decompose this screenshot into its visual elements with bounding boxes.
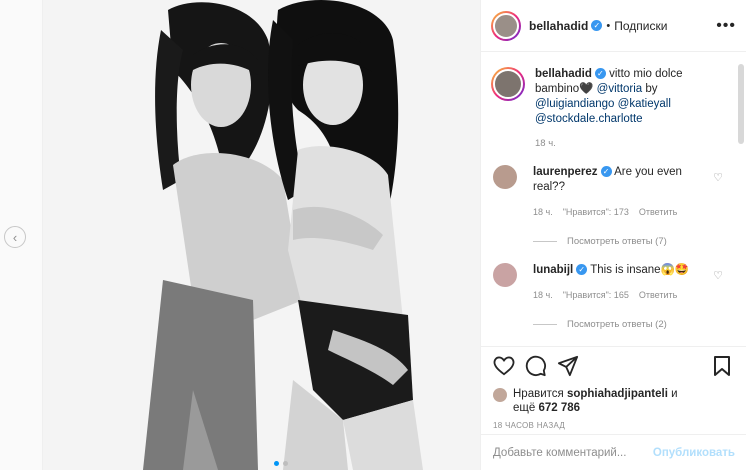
reply-button[interactable]: Ответить [639,288,677,303]
liker-username[interactable]: sophiahadjipanteli [567,388,668,400]
view-replies-button[interactable]: Посмотреть ответы (7) [533,236,737,247]
more-icon[interactable]: ••• [716,17,736,35]
comment-like-heart-icon[interactable]: ♡ [713,171,723,184]
share-icon[interactable] [557,355,579,377]
likes-summary[interactable]: Нравится sophiahadjipanteli и ещё 672 78… [493,387,735,415]
comment-like-heart-icon[interactable]: ♡ [713,269,723,282]
likes-rest-prefix: ещё [513,402,536,414]
heart-icon[interactable] [493,355,515,377]
comment-likes[interactable]: "Нравится": 165 [563,288,629,303]
comment-meta: 18 ч. "Нравится": 165 Ответить [533,288,703,303]
carousel-dot[interactable] [283,461,288,466]
post-timestamp[interactable]: 18 ЧАСОВ НАЗАД [493,421,735,430]
post-header: bellahadid ✓ • Подписки ••• [481,0,746,52]
photo-image [43,0,480,470]
mention-link[interactable]: @katieyall [618,98,671,110]
post-photo[interactable] [42,0,480,470]
author-username[interactable]: bellahadid [529,19,588,33]
view-replies-label[interactable]: Посмотреть ответы (7) [567,236,667,247]
chevron-left-icon[interactable]: ‹ [4,226,26,248]
replies-line [533,324,557,325]
verified-icon: ✓ [591,20,603,31]
comment-text: This is insane😱🤩 [590,264,690,276]
comment-likes[interactable]: "Нравится": 173 [563,205,629,220]
carousel-dots [274,461,288,466]
comment-time: 18 ч. [533,207,553,217]
post-side-panel: bellahadid ✓ • Подписки ••• bellahadid ✓ … [480,0,746,470]
replies-line [533,241,557,242]
add-comment-bar: Опубликовать [481,434,746,470]
comment-body: lunabijl ✓ This is insane😱🤩 18 ч. "Нравит… [533,263,703,303]
view-replies-label[interactable]: Посмотреть ответы (2) [567,319,667,330]
commenter-username[interactable]: lunabijl [533,264,573,276]
carousel-dot-active[interactable] [274,461,279,466]
likes-text: Нравится sophiahadjipanteli и ещё 672 78… [513,387,678,415]
caption: bellahadid ✓ vitto mio dolce bambino🖤 @vi… [491,67,737,127]
bullet-separator: • [606,19,611,32]
verified-icon: ✓ [600,166,612,177]
caption-author[interactable]: bellahadid [535,68,592,80]
bookmark-icon[interactable] [711,355,733,377]
caption-by: by [645,83,658,95]
avatar[interactable] [491,10,521,41]
commenter-username[interactable]: laurenperez [533,166,598,178]
view-replies-button[interactable]: Посмотреть ответы (2) [533,319,737,330]
reply-button[interactable]: Ответить [639,205,677,220]
mention-link[interactable]: @stockdale.charlotte [535,113,643,125]
comment-time: 18 ч. [533,290,553,300]
comment-meta: 18 ч. "Нравится": 173 Ответить [533,205,703,220]
comment-item: lunabijl ✓ This is insane😱🤩 18 ч. "Нравит… [491,263,737,303]
comment-input[interactable] [493,446,653,459]
comment-icon[interactable] [525,355,547,377]
commenter-avatar[interactable] [493,165,517,189]
post-page: ‹ bellahadid ✓ • Подписки ••• bellahadid… [0,0,746,470]
verified-icon: ✓ [576,264,588,275]
caption-time: 18 ч. [535,138,556,149]
comments-scrollbar[interactable] [738,64,744,144]
comments-list[interactable]: bellahadid ✓ vitto mio dolce bambino🖤 @vi… [481,53,746,346]
following-button[interactable]: Подписки [614,19,667,33]
likes-and: и [671,388,678,400]
likes-prefix: Нравится [513,388,564,400]
comment-body: laurenperez ✓ Are you even real?? 18 ч. "… [533,165,703,220]
comment-item: laurenperez ✓ Are you even real?? 18 ч. "… [491,165,737,220]
verified-icon: ✓ [594,68,606,79]
liker-avatar [493,388,507,402]
action-icons [493,353,735,379]
mention-link[interactable]: @luigiandiango [535,98,614,110]
publish-button[interactable]: Опубликовать [653,447,735,459]
caption-text: bellahadid ✓ vitto mio dolce bambino🖤 @vi… [535,67,715,127]
mention-link[interactable]: @vittoria [597,83,643,95]
commenter-avatar[interactable] [493,263,517,287]
caption-avatar[interactable] [491,67,525,101]
likes-count[interactable]: 672 786 [538,402,580,414]
